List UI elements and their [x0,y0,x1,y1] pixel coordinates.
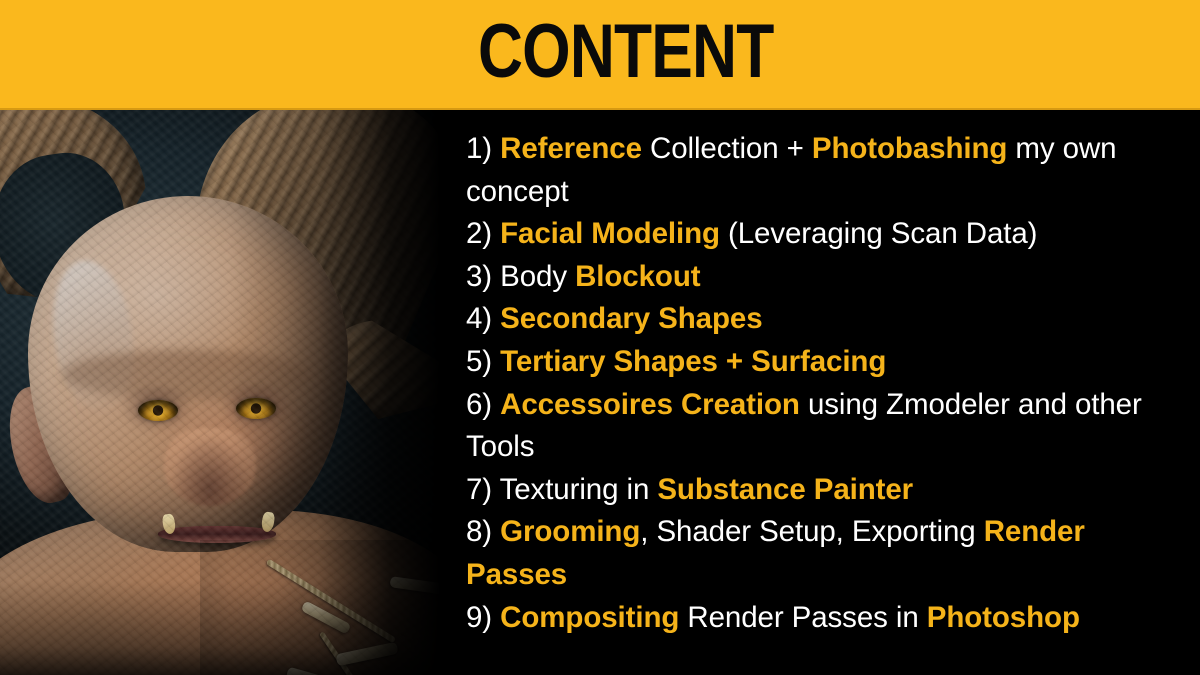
content-list-item: 7) Texturing in Substance Painter [466,469,1182,512]
character-artwork [0,110,440,675]
content-item-highlight: Substance Painter [657,472,914,506]
content-list-item: 5) Tertiary Shapes + Surfacing [466,341,1182,384]
content-item-number: 3) [466,259,501,293]
content-item-text: Body [500,259,576,293]
content-item-number: 2) [466,217,501,251]
slide-header-bar: CONTENT [0,0,1200,110]
content-item-text: Texturing in [499,472,658,506]
content-item-highlight: Photoshop [926,600,1080,634]
content-list-item: 9) Compositing Render Passes in Photosho… [466,597,1182,640]
page-title: CONTENT [478,9,774,94]
content-item-number: 1) [466,132,501,165]
content-list-item: 3) Body Blockout [466,256,1182,299]
content-item-number: 7) [466,472,500,506]
content-item-highlight: Secondary Shapes [500,302,763,336]
content-item-highlight: Reference [500,132,642,165]
content-item-highlight: Compositing [500,600,680,634]
content-item-number: 4) [466,302,501,336]
content-item-text: (Leveraging Scan Data) [719,217,1038,251]
content-item-number: 8) [466,515,501,549]
content-item-highlight: Accessoires Creation [500,387,800,421]
content-item-highlight: Grooming [500,515,641,549]
content-item-highlight: Facial Modeling [500,217,720,251]
content-list-item: 6) Accessoires Creation using Zmodeler a… [466,384,1182,469]
content-item-text: Collection + [641,132,812,165]
character-eye-left [138,400,178,421]
content-panel: 1) Reference Collection + Photobashing m… [440,110,1200,675]
content-item-number: 9) [466,600,501,634]
content-item-text: , Shader Setup, Exporting [640,515,984,549]
content-item-highlight: Photobashing [811,132,1008,165]
artwork-right-fade [230,110,440,675]
content-item-highlight: Tertiary Shapes + Surfacing [500,344,887,378]
content-item-number: 5) [466,344,501,378]
content-list-item: 8) Grooming, Shader Setup, Exporting Ren… [466,511,1182,596]
content-item-text: Render Passes in [679,600,927,634]
content-list-item: 1) Reference Collection + Photobashing m… [466,128,1182,213]
slide-root: CONTENT 1) Reference Collection + Photob… [0,0,1200,675]
content-item-number: 6) [466,387,501,421]
content-item-highlight: Blockout [575,259,701,293]
content-list-item: 4) Secondary Shapes [466,298,1182,341]
content-list-item: 2) Facial Modeling (Leveraging Scan Data… [466,213,1182,256]
content-list: 1) Reference Collection + Photobashing m… [466,128,1182,639]
